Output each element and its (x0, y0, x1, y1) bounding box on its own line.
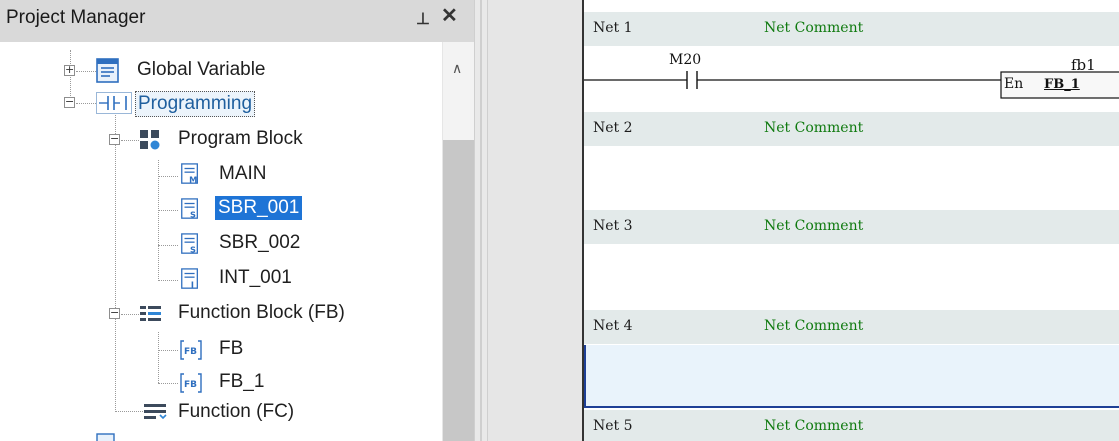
fb-icon: FB (180, 373, 202, 393)
tree-label: Function Block (FB) (178, 302, 345, 323)
net-label: Net 3 (593, 218, 633, 234)
net-comment[interactable]: Net Comment (764, 418, 863, 434)
icon-letter: S (190, 244, 196, 254)
tree-label: INT_001 (219, 267, 292, 288)
fb-instance-label[interactable]: fb1 (1071, 56, 1096, 74)
ladder-icon (96, 92, 132, 114)
net-label: Net 2 (593, 120, 633, 136)
global-variable-icon (96, 58, 119, 83)
net-4-header[interactable]: Net 4 Net Comment (584, 310, 1119, 344)
icon-letter: M (189, 174, 197, 184)
tree-label: SBR_001 (215, 196, 303, 220)
tree-label: Programming (135, 91, 256, 117)
pin-icon[interactable]: ⊥ (416, 9, 430, 29)
ladder-editor[interactable]: Net 1 Net Comment M20 fb1 En FB_1 Net 2 … (488, 0, 1119, 441)
icon-letter: S (190, 209, 196, 219)
partial-tree-icon (96, 433, 115, 441)
icon-letter: I (191, 279, 194, 289)
net-comment[interactable]: Net Comment (764, 20, 863, 36)
interrupt-icon: I (181, 268, 198, 289)
fb-type-label: FB_1 (1044, 77, 1080, 92)
left-power-rail (582, 0, 584, 441)
net-5-header[interactable]: Net 5 Net Comment (584, 410, 1119, 441)
net-comment[interactable]: Net Comment (764, 218, 863, 234)
net-1-header[interactable]: Net 1 Net Comment (584, 12, 1119, 46)
icon-letter: FB (184, 380, 197, 390)
tree-label: SBR_002 (219, 232, 301, 253)
tree-label: Program Block (178, 128, 303, 149)
net-label: Net 4 (593, 318, 633, 334)
net-3-header[interactable]: Net 3 Net Comment (584, 210, 1119, 244)
net-4-body-selected[interactable] (584, 345, 1119, 408)
panel-splitter[interactable] (474, 0, 488, 441)
function-icon (144, 404, 167, 420)
project-manager-panel: Project Manager ⊥ ✕ ∧ + − − − Global Var… (0, 0, 474, 441)
program-block-icon (140, 130, 160, 150)
collapse-icon[interactable]: − (64, 96, 75, 108)
subroutine-icon: S (181, 233, 198, 254)
main-program-icon: M (181, 163, 198, 184)
rung-1-diagram[interactable] (584, 46, 1119, 108)
panel-title: Project Manager (6, 7, 146, 28)
scrollbar-thumb[interactable] (443, 140, 474, 441)
subroutine-icon: S (181, 198, 198, 219)
function-block-icon (140, 306, 161, 321)
icon-letter: FB (184, 347, 197, 357)
collapse-icon[interactable]: − (109, 133, 120, 145)
net-comment[interactable]: Net Comment (764, 120, 863, 136)
scroll-up-icon[interactable]: ∧ (452, 60, 462, 77)
net-label: Net 5 (593, 418, 633, 434)
collapse-icon[interactable]: − (109, 307, 120, 319)
tree-label: FB (219, 338, 244, 359)
fb-pin-label: En (1004, 76, 1024, 92)
project-manager-header: Project Manager ⊥ ✕ (0, 0, 474, 42)
tree-label: MAIN (219, 163, 267, 184)
editor-gutter (488, 0, 582, 441)
contact-label[interactable]: M20 (669, 52, 701, 68)
close-icon[interactable]: ✕ (441, 6, 458, 26)
tree-label: Function (FC) (178, 401, 295, 422)
tree-label: FB_1 (219, 371, 265, 392)
net-2-header[interactable]: Net 2 Net Comment (584, 112, 1119, 146)
fb-icon: FB (180, 340, 202, 360)
tree-label: Global Variable (137, 59, 266, 80)
expand-icon[interactable]: + (64, 64, 75, 76)
net-comment[interactable]: Net Comment (764, 318, 863, 334)
net-label: Net 1 (593, 20, 633, 36)
